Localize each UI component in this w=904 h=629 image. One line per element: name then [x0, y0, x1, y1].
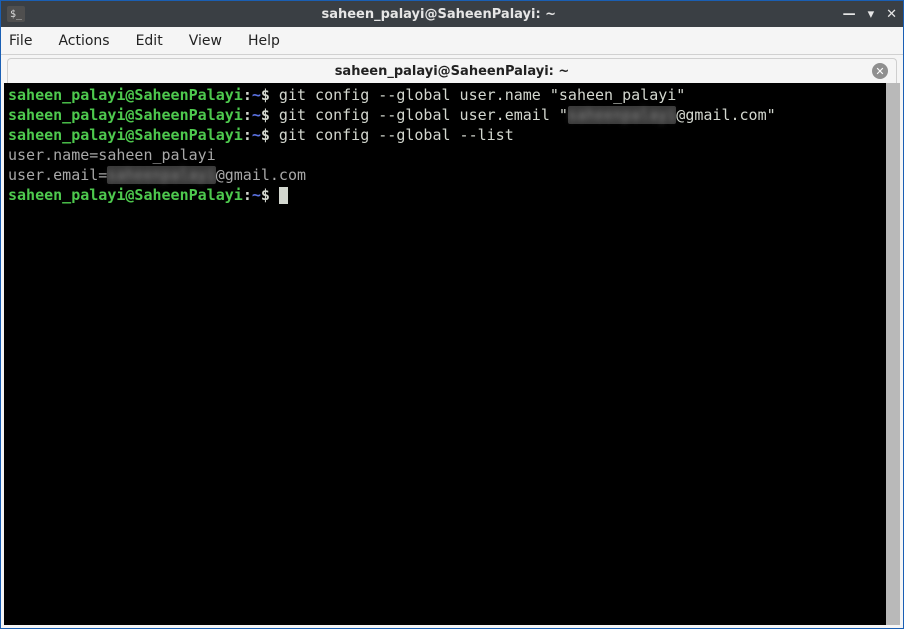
prompt-path: ~ [252, 86, 261, 104]
prompt-sep: : [243, 126, 252, 144]
prompt-symbol: $ [261, 106, 270, 124]
terminal-cursor [279, 187, 288, 204]
prompt-user-host: saheen_palayi@SaheenPalayi [8, 186, 243, 204]
scrollbar-vertical[interactable] [886, 83, 900, 625]
menu-edit[interactable]: Edit [136, 33, 163, 49]
maximize-icon[interactable]: ▾ [868, 7, 875, 22]
titlebar: $_ saheen_palayi@SaheenPalayi: ~ — ▾ ✕ [1, 1, 903, 27]
tab-close-icon[interactable]: ✕ [872, 63, 888, 79]
cmd-git-config-name: git config --global user.name "saheen_pa… [270, 86, 685, 104]
prompt-symbol: $ [261, 186, 270, 204]
email-local-redacted: saheenpalayi [568, 106, 676, 124]
menu-view[interactable]: View [189, 33, 222, 49]
tab-label: saheen_palayi@SaheenPalayi: ~ [335, 64, 570, 79]
prompt-path: ~ [252, 106, 261, 124]
prompt-sep: : [243, 86, 252, 104]
output-user-email: user.email= [8, 166, 107, 184]
menu-actions[interactable]: Actions [58, 33, 109, 49]
scrollbar-thumb[interactable] [886, 83, 900, 625]
prompt-symbol: $ [261, 126, 270, 144]
output-user-email-tail: @gmail.com [216, 166, 306, 184]
menu-help[interactable]: Help [248, 33, 280, 49]
prompt-sep: : [243, 106, 252, 124]
minimize-icon[interactable]: — [843, 7, 856, 22]
window-controls: — ▾ ✕ [843, 7, 897, 22]
output-user-name: user.name=saheen_palayi [8, 146, 216, 164]
tabbar: saheen_palayi@SaheenPalayi: ~ ✕ [1, 55, 903, 83]
close-icon[interactable]: ✕ [886, 7, 897, 22]
prompt-user-host: saheen_palayi@SaheenPalayi [8, 126, 243, 144]
prompt-sep: : [243, 186, 252, 204]
prompt-path: ~ [252, 186, 261, 204]
menubar: File Actions Edit View Help [1, 27, 903, 55]
prompt-user-host: saheen_palayi@SaheenPalayi [8, 106, 243, 124]
cmd-git-config-list: git config --global --list [270, 126, 514, 144]
prompt-symbol: $ [261, 86, 270, 104]
window-title: saheen_palayi@SaheenPalayi: ~ [35, 7, 843, 22]
terminal-app-icon: $_ [7, 6, 25, 22]
email-local-redacted: saheenpalayi [107, 166, 215, 184]
tab-terminal-1[interactable]: saheen_palayi@SaheenPalayi: ~ ✕ [7, 58, 897, 83]
menu-file[interactable]: File [9, 33, 32, 49]
terminal-output[interactable]: saheen_palayi@SaheenPalayi:~$ git config… [4, 83, 886, 625]
terminal-container: saheen_palayi@SaheenPalayi:~$ git config… [1, 83, 903, 628]
cmd-git-config-email: git config --global user.email " [270, 106, 568, 124]
cmd-git-config-email-tail: @gmail.com" [676, 106, 775, 124]
prompt-path: ~ [252, 126, 261, 144]
prompt-user-host: saheen_palayi@SaheenPalayi [8, 86, 243, 104]
